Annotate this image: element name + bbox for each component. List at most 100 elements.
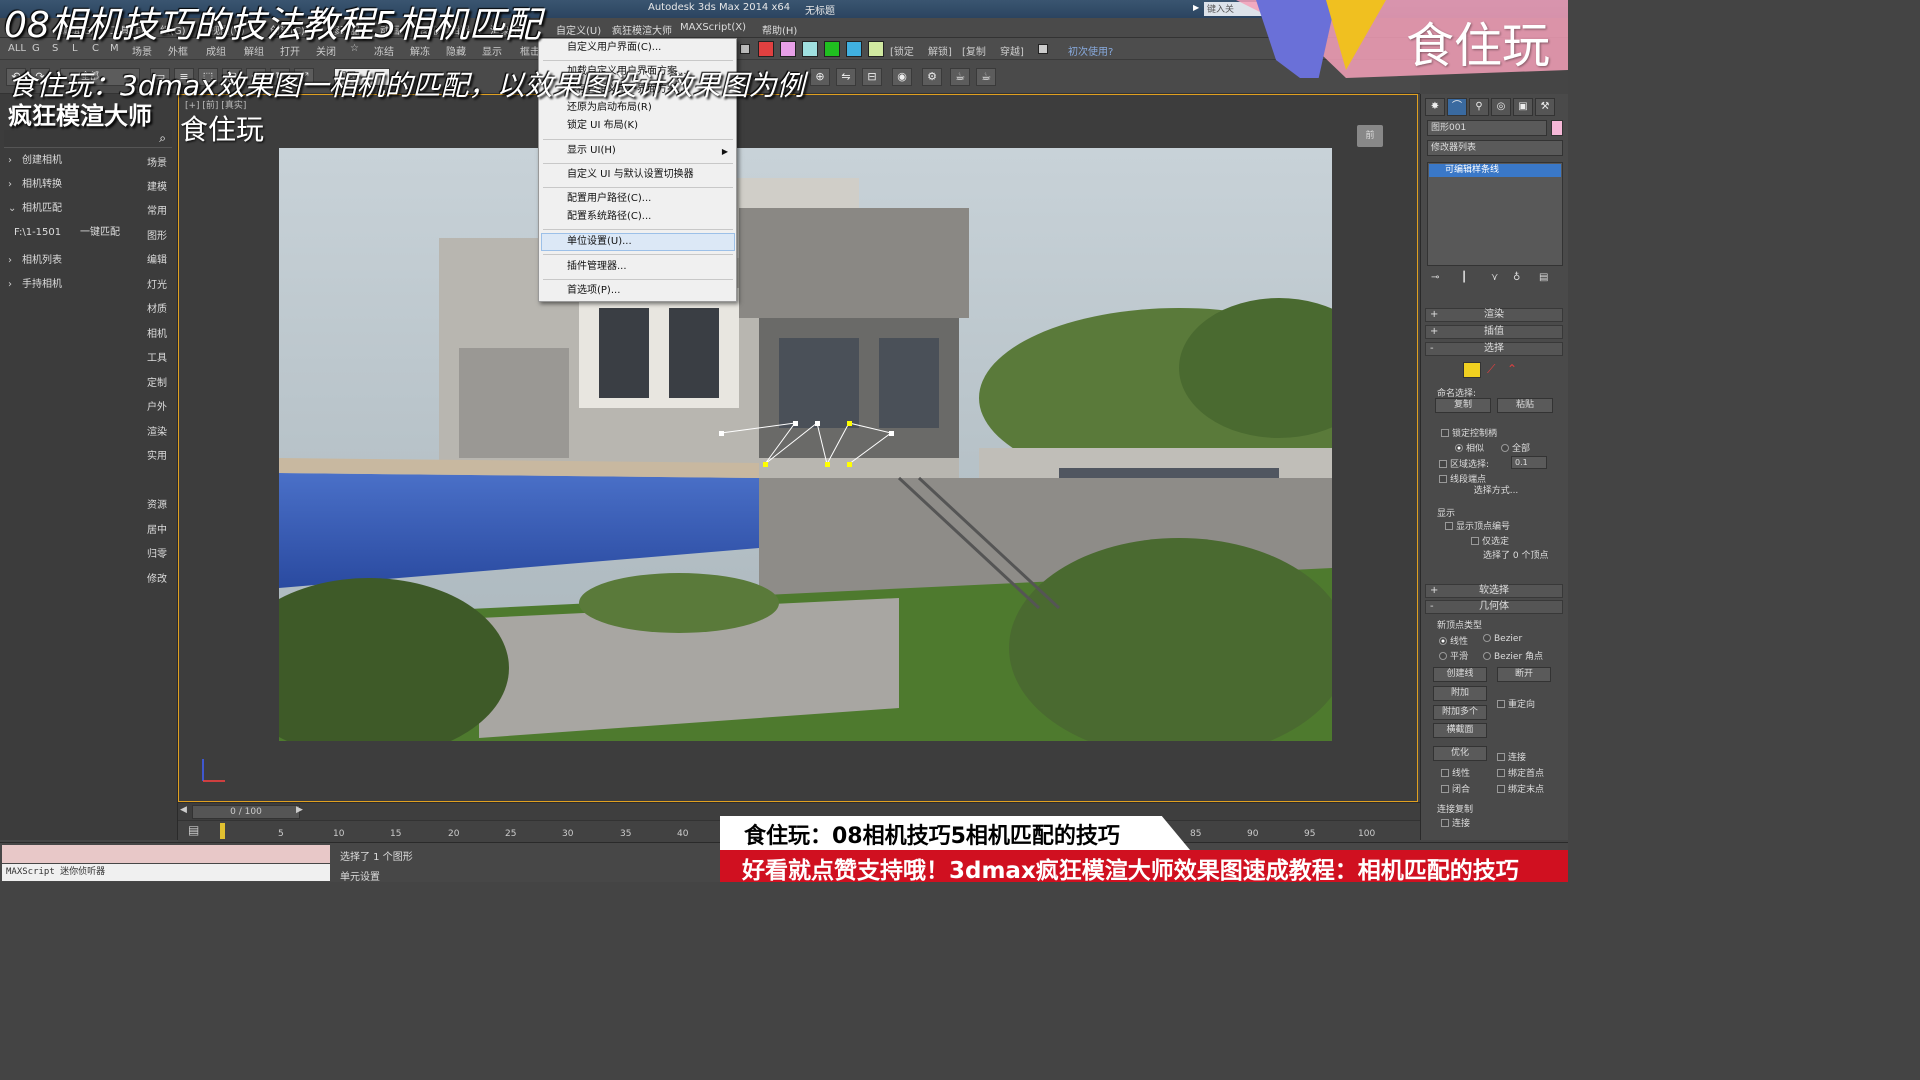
rollout-soft-selection[interactable]: + 软选择 [1425, 584, 1563, 598]
cat-render[interactable]: 渲染 [140, 423, 174, 438]
menu-units-setup[interactable]: 单位设置(U)... [567, 233, 632, 251]
break-button[interactable]: 断开 [1497, 667, 1551, 682]
cat-shapes[interactable]: 图形 [140, 227, 174, 242]
bind-last-checkbox[interactable]: 绑定末点 [1497, 782, 1544, 795]
next-frame-icon[interactable]: ▶ [296, 805, 303, 815]
cat-tools[interactable]: 工具 [140, 349, 174, 364]
show-vertex-numbers-checkbox[interactable]: 显示顶点编号 [1445, 519, 1510, 532]
menu-help[interactable]: 帮助(H) [762, 22, 797, 37]
tree-handheld-camera[interactable]: › 手持相机 [8, 275, 62, 295]
first-use-link[interactable]: 初次使用? [1068, 43, 1113, 58]
rollout-rendering[interactable]: + 渲染 [1425, 308, 1563, 322]
cat-common[interactable]: 常用 [140, 202, 174, 217]
hierarchy-tab-icon[interactable]: ⚲ [1469, 98, 1489, 116]
pin-stack-icon[interactable]: ⊸ [1431, 272, 1439, 283]
cat-edit[interactable]: 编辑 [140, 251, 174, 266]
modify-tab-icon[interactable]: ⌒ [1447, 98, 1467, 116]
selected-only-checkbox[interactable]: 仅选定 [1471, 534, 1509, 547]
tree-camera-list[interactable]: › 相机列表 [8, 251, 62, 271]
copy-selection-button[interactable]: 复制 [1435, 398, 1491, 413]
search-icon[interactable]: ⌕ [159, 131, 166, 146]
menu-user-paths[interactable]: 配置用户路径(C)... [567, 190, 651, 208]
expand-arrow-icon[interactable]: ▶ [1193, 3, 1199, 12]
refine-button[interactable]: 优化 [1433, 746, 1487, 761]
segment-mode-icon[interactable]: ⟋ [1487, 362, 1495, 377]
select-by-button[interactable]: 选择方式... [1459, 485, 1533, 500]
object-name-field[interactable]: 图形001 [1427, 120, 1547, 136]
render-setup-icon[interactable]: ⚙ [922, 68, 942, 86]
menu-show-ui[interactable]: 显示 UI(H) [567, 142, 616, 160]
cat-reset[interactable]: 归零 [140, 545, 174, 560]
cat-modeling[interactable]: 建模 [140, 178, 174, 193]
tb-lock[interactable]: [锁定 [890, 43, 914, 58]
stack-item-editable-spline[interactable]: 可编辑样条线 [1429, 164, 1561, 177]
make-unique-icon[interactable]: ⋎ [1491, 272, 1498, 283]
swatch-white[interactable] [1038, 44, 1048, 54]
render-active-icon[interactable]: ☕ [976, 68, 996, 86]
lock-handles-checkbox[interactable]: 锁定控制柄 [1441, 426, 1497, 439]
curve-editor-icon[interactable]: ▤ [188, 823, 199, 837]
swatch-gray[interactable] [740, 44, 750, 54]
material-editor-icon[interactable]: ◉ [892, 68, 912, 86]
attach-button[interactable]: 附加 [1433, 686, 1487, 701]
menu-plugin-manager[interactable]: 插件管理器... [567, 258, 627, 276]
remove-modifier-icon[interactable]: ♁ [1513, 272, 1520, 283]
area-selection-checkbox[interactable]: 区域选择: [1439, 457, 1489, 470]
menu-lock-ui-layout[interactable]: 锁定 UI 布局(K) [567, 117, 638, 135]
frame-counter[interactable]: 0 / 100 [192, 805, 300, 819]
tb-copy[interactable]: [复制 [962, 43, 986, 58]
create-line-button[interactable]: 创建线 [1433, 667, 1487, 682]
segment-end-checkbox[interactable]: 线段端点 [1439, 472, 1486, 485]
attach-multiple-button[interactable]: 附加多个 [1433, 705, 1487, 720]
swatch-lime[interactable] [868, 41, 884, 57]
swatch-pink[interactable] [780, 41, 796, 57]
utilities-tab-icon[interactable]: ⚒ [1535, 98, 1555, 116]
menu-customize-ui[interactable]: 自定义用户界面(C)... [567, 39, 661, 57]
menu-ui-switcher[interactable]: 自定义 UI 与默认设置切换器 [567, 166, 694, 184]
menu-system-paths[interactable]: 配置系统路径(C)... [567, 208, 651, 226]
area-selection-spinner[interactable]: 0.1 [1511, 456, 1547, 469]
tree-camera-convert[interactable]: › 相机转换 [8, 175, 62, 195]
tree-camera-match[interactable]: ⌄ 相机匹配 [8, 199, 62, 219]
create-tab-icon[interactable]: ✸ [1425, 98, 1445, 116]
motion-tab-icon[interactable]: ◎ [1491, 98, 1511, 116]
time-marker[interactable] [220, 823, 225, 839]
show-end-result-icon[interactable]: ┃ [1461, 272, 1467, 283]
rollout-geometry[interactable]: - 几何体 [1425, 600, 1563, 614]
swatch-blue[interactable] [846, 41, 862, 57]
object-color-swatch[interactable] [1551, 120, 1563, 136]
similar-radio[interactable]: 相似 [1455, 441, 1484, 454]
menu-customize[interactable]: 自定义(U) [556, 22, 601, 37]
tree-create-camera[interactable]: › 创建相机 [8, 151, 62, 171]
cat-cameras[interactable]: 相机 [140, 325, 174, 340]
prev-frame-icon[interactable]: ◀ [180, 805, 187, 815]
menu-crazy-master[interactable]: 疯狂模渲大师 [612, 22, 672, 37]
cat-lights[interactable]: 灯光 [140, 276, 174, 291]
bezier-corner-radio[interactable]: Bezier 角点 [1483, 649, 1543, 662]
cat-custom[interactable]: 定制 [140, 374, 174, 389]
swatch-cyan[interactable] [802, 41, 818, 57]
modifier-list-dropdown[interactable]: 修改器列表 [1427, 140, 1563, 156]
menu-preferences[interactable]: 首选项(P)... [567, 282, 620, 300]
configure-sets-icon[interactable]: ▤ [1539, 272, 1548, 283]
cross-section-button[interactable]: 横截面 [1433, 723, 1487, 738]
one-click-match-button[interactable]: 一键匹配 [80, 223, 120, 243]
cat-assets[interactable]: 资源 [140, 496, 174, 511]
viewcube[interactable]: 前 [1357, 125, 1383, 147]
cat-outdoor[interactable]: 户外 [140, 398, 174, 413]
connect-copy-checkbox[interactable]: 连接 [1441, 816, 1470, 829]
maxscript-input[interactable] [2, 845, 330, 863]
closed-checkbox[interactable]: 闭合 [1441, 782, 1470, 795]
paste-selection-button[interactable]: 粘贴 [1497, 398, 1553, 413]
smooth-radio[interactable]: 平滑 [1439, 649, 1468, 662]
cat-materials[interactable]: 材质 [140, 300, 174, 315]
snap-icon[interactable]: ⊕ [810, 68, 830, 86]
swatch-red[interactable] [758, 41, 774, 57]
tb-unlock[interactable]: 解锁] [928, 43, 952, 58]
connect-checkbox[interactable]: 连接 [1497, 750, 1526, 763]
render-teapot-icon[interactable]: ☕ [950, 68, 970, 86]
rollout-selection[interactable]: - 选择 [1425, 342, 1563, 356]
reorient-checkbox[interactable]: 重定向 [1497, 697, 1535, 710]
linear-radio[interactable]: 线性 [1439, 634, 1468, 647]
all-radio[interactable]: 全部 [1501, 441, 1530, 454]
